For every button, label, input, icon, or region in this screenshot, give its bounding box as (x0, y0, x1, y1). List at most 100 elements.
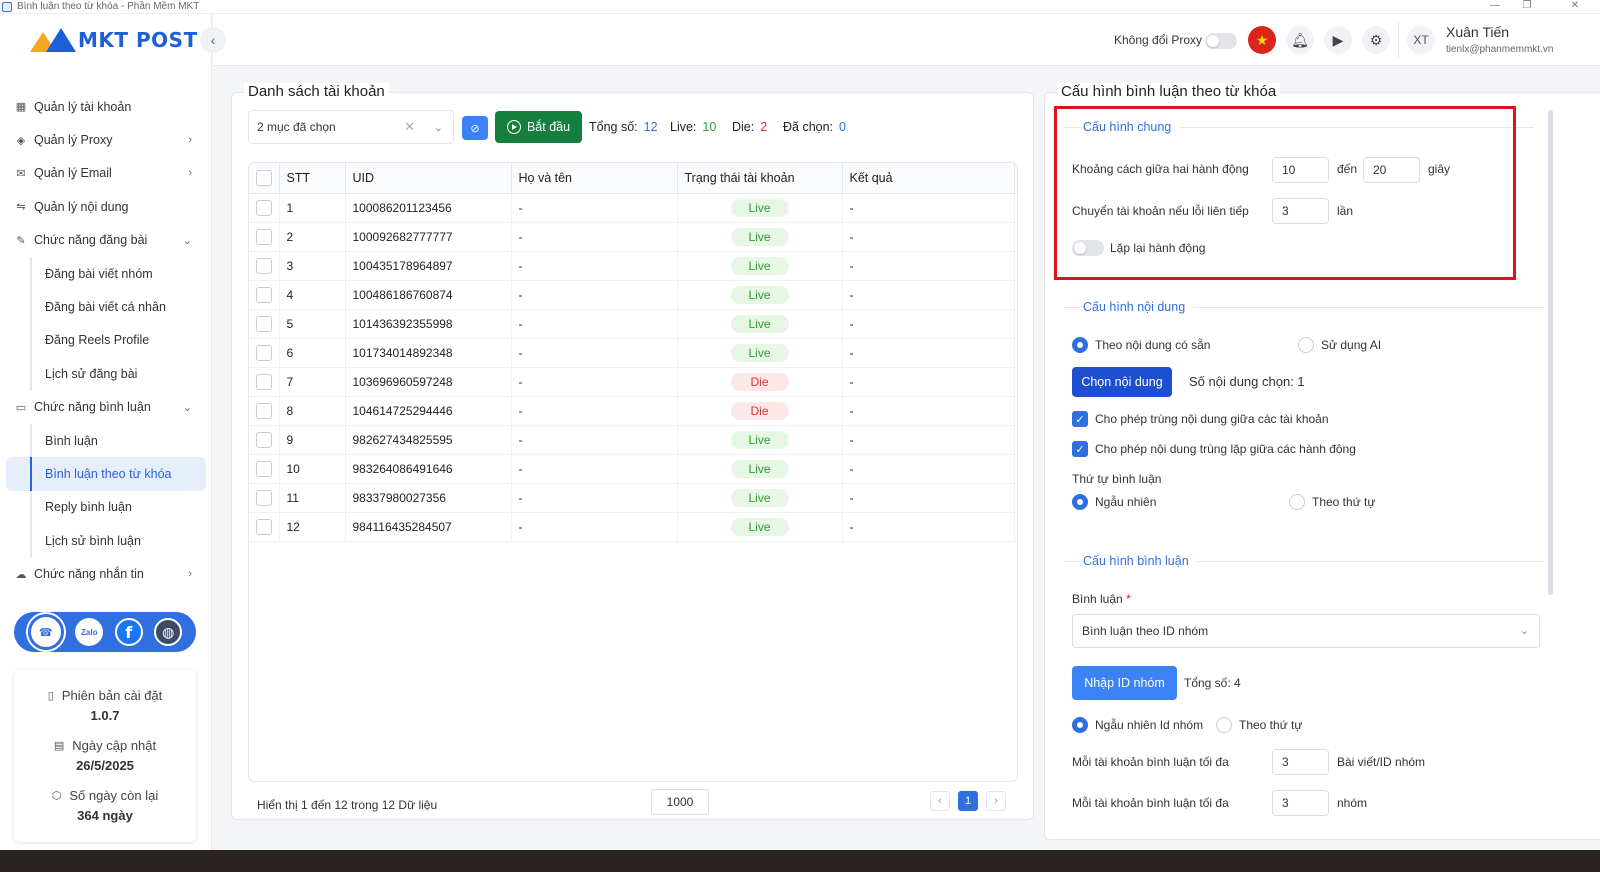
comment-order-label: Thứ tự bình luận (1072, 472, 1162, 486)
row-checkbox[interactable] (256, 460, 272, 477)
row-checkbox[interactable] (256, 199, 272, 216)
facebook-icon[interactable]: f (114, 618, 143, 646)
support-headset-icon[interactable]: ☎ (27, 614, 64, 650)
comment-type-select[interactable]: Bình luận theo ID nhóm ⌄ (1072, 614, 1540, 648)
sidebar-item-comment-history[interactable]: Lịch sử bình luận (0, 524, 212, 558)
choose-content-button[interactable]: Chọn nội dung (1072, 367, 1172, 397)
row-checkbox[interactable] (256, 286, 272, 303)
column-header-status[interactable]: Trạng thái tài khoản (677, 163, 843, 194)
avatar[interactable]: XT (1407, 26, 1435, 54)
clear-icon[interactable]: ✕ (404, 119, 415, 135)
chevron-left-icon: ‹ (210, 32, 216, 48)
select-all-checkbox[interactable] (256, 169, 272, 186)
max-posts-input[interactable]: 3 (1272, 749, 1329, 775)
vietnam-flag-icon[interactable]: ★ (1248, 26, 1276, 54)
sidebar-item-proxy[interactable]: ◈ Quản lý Proxy › (0, 123, 212, 156)
table-row[interactable]: 4 100486186760874- Live - (249, 280, 1017, 310)
column-header-more (1014, 163, 1017, 194)
row-checkbox[interactable] (256, 402, 272, 419)
allow-dup-actions-checkbox[interactable]: ✓ (1072, 441, 1088, 457)
page-button-current[interactable]: 1 (958, 791, 978, 811)
radio-order-sequential[interactable] (1289, 494, 1305, 510)
sidebar-item-posting[interactable]: ✎ Chức năng đăng bài ⌄ (0, 224, 212, 257)
table-row[interactable]: 9 982627434825595- Live - (249, 425, 1017, 455)
config-vertical-scrollbar[interactable] (1548, 110, 1553, 595)
row-checkbox[interactable] (256, 373, 272, 390)
row-checkbox[interactable] (256, 518, 272, 535)
sidebar-item-post-history[interactable]: Lịch sử đăng bài (0, 357, 212, 391)
column-header-result[interactable]: Kết quả (842, 163, 1015, 194)
swap-icon: ⇋ (16, 201, 26, 214)
table-row[interactable]: 8 104614725294446- Die - (249, 396, 1017, 426)
page-size-input[interactable]: 1000 (651, 789, 709, 815)
gear-icon[interactable]: ⚙ (1362, 26, 1390, 54)
radio-use-ai[interactable] (1298, 337, 1314, 353)
next-page-button[interactable]: › (986, 791, 1006, 811)
choose-content-button-label: Chọn nội dung (1081, 375, 1163, 389)
table-row[interactable]: 6 101734014892348- Live - (249, 338, 1017, 368)
sidebar-item-group-post[interactable]: Đăng bài viết nhóm (0, 256, 212, 291)
row-checkbox[interactable] (256, 315, 272, 332)
radio-random-group-id-label: Ngẫu nhiên Id nhóm (1095, 718, 1204, 732)
radio-order-random[interactable] (1072, 494, 1088, 510)
table-row[interactable]: 1 100086201123456- Live - (249, 193, 1017, 223)
row-checkbox[interactable] (256, 257, 272, 274)
row-checkbox[interactable] (256, 431, 272, 448)
sidebar-item-reels[interactable]: Đăng Reels Profile (0, 323, 212, 358)
table-row[interactable]: 10 983264086491646- Live - (249, 454, 1017, 484)
column-header-uid[interactable]: UID (345, 163, 512, 194)
column-header-name[interactable]: Họ và tên (511, 163, 678, 194)
update-info: ▤ Ngày cập nhật 26/5/2025 (14, 738, 196, 773)
sidebar-item-keyword-comment[interactable]: Bình luận theo từ khóa (6, 457, 206, 492)
import-group-id-button[interactable]: Nhập ID nhóm (1072, 666, 1177, 700)
row-checkbox[interactable] (256, 228, 272, 245)
bell-icon[interactable]: 🔔︎ (1286, 26, 1314, 54)
table-row[interactable]: 7 103696960597248- Die - (249, 367, 1017, 397)
sidebar-item-comment[interactable]: Bình luận (0, 423, 212, 458)
sidebar-item-label: Quản lý tài khoản (34, 99, 132, 114)
row-checkbox[interactable] (256, 344, 272, 361)
sidebar-item-email[interactable]: ✉ Quản lý Email › (0, 157, 212, 190)
table-row[interactable]: 5 101436392355998- Live - (249, 309, 1017, 339)
sidebar-item-label: Đăng bài viết nhóm (45, 266, 153, 281)
cell-result: - (842, 280, 1015, 310)
cell-uid: 100086201123456 (345, 193, 512, 223)
restore-icon[interactable]: ❐ (1512, 0, 1542, 12)
sidebar-item-accounts[interactable]: ▦ Quản lý tài khoản (0, 90, 212, 123)
stat-total-label: Tổng số: (589, 120, 638, 134)
start-button[interactable]: Bắt đầu (495, 111, 582, 143)
stat-selected-label: Đã chọn: (783, 120, 834, 134)
chevron-down-icon: ⌄ (1519, 625, 1529, 637)
sidebar-item-messaging[interactable]: ☁ Chức năng nhắn tin › (0, 557, 212, 590)
proxy-toggle[interactable] (1205, 33, 1237, 49)
radio-group-sequential[interactable] (1216, 717, 1232, 733)
sidebar-item-personal-post[interactable]: Đăng bài viết cá nhân (0, 290, 212, 325)
play-circle-icon[interactable]: ▶ (1324, 26, 1352, 54)
table-row[interactable]: 2 100092682777777- Live - (249, 222, 1017, 252)
account-select[interactable]: 2 mục đã chọn ✕ ⌄ (248, 110, 454, 144)
radio-existing-content[interactable] (1072, 337, 1088, 353)
close-icon[interactable]: ✕ (1560, 0, 1590, 12)
prev-page-button[interactable]: ‹ (930, 791, 950, 811)
table-row[interactable]: 12 984116435284507- Live - (249, 512, 1017, 542)
minimize-icon[interactable]: — (1480, 0, 1510, 12)
sidebar-item-reply-comment[interactable]: Reply bình luận (0, 490, 212, 525)
collapse-sidebar-button[interactable]: ‹ (200, 27, 226, 53)
table-row[interactable]: 3 100435178964897- Live - (249, 251, 1017, 281)
radio-random-group-id[interactable] (1072, 717, 1088, 733)
stat-total-value: 12 (643, 120, 658, 134)
row-checkbox[interactable] (256, 489, 272, 506)
chevron-right-icon: › (188, 568, 192, 581)
allow-dup-accounts-checkbox[interactable]: ✓ (1072, 411, 1088, 427)
sidebar-item-commenting[interactable]: ▭ Chức năng bình luận ⌄ (0, 391, 212, 424)
cell-stt: 5 (279, 309, 346, 339)
table-row[interactable]: 11 98337980027356- Live - (249, 483, 1017, 513)
clear-filter-button[interactable]: ⊘ (462, 116, 488, 140)
sidebar-item-content[interactable]: ⇋ Quản lý nội dung (0, 190, 212, 223)
cell-name: - (511, 396, 678, 426)
globe-icon[interactable]: ◍ (154, 618, 183, 646)
version-info: ▯ Phiên bản cài đặt 1.0.7 (14, 688, 196, 723)
column-header-stt[interactable]: STT (279, 163, 346, 194)
zalo-icon[interactable]: Zalo (75, 618, 104, 646)
max-groups-input[interactable]: 3 (1272, 790, 1329, 816)
